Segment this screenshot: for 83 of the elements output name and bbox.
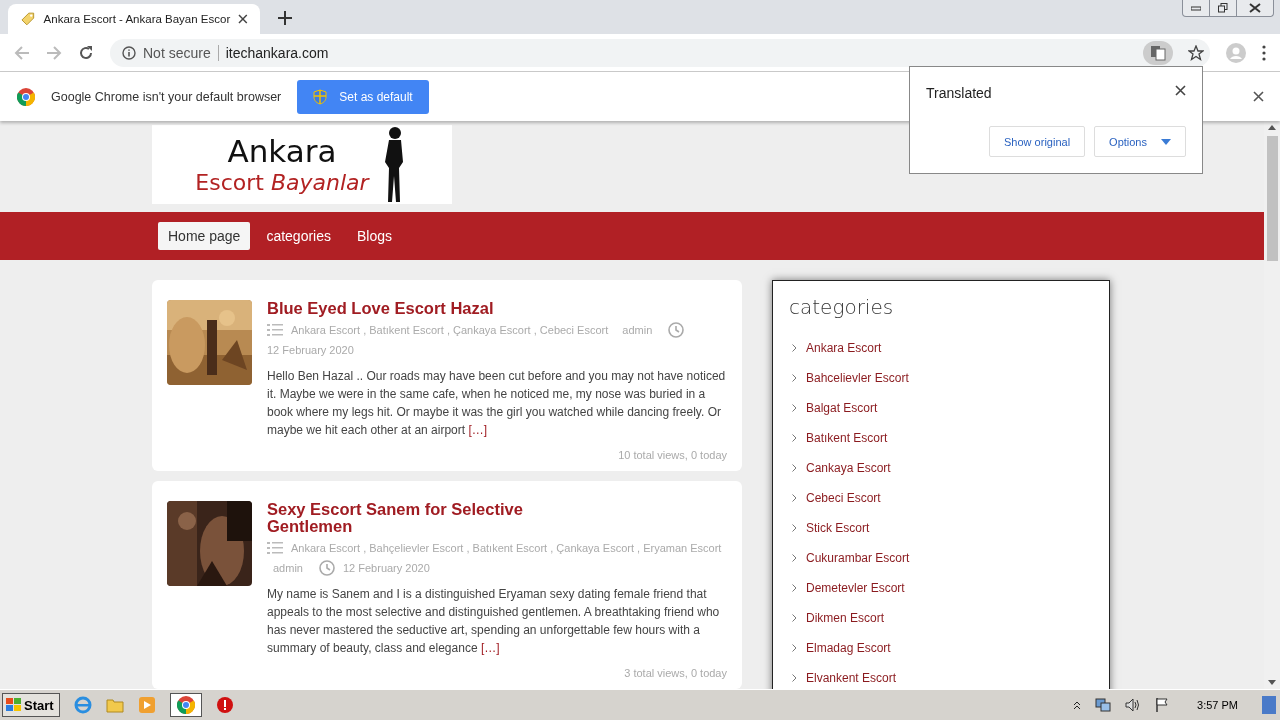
scroll-up-icon[interactable] [1268, 125, 1276, 130]
post-excerpt: My name is Sanem and I is a distinguished Eryaman sexy dating female friend that appeals to the most selective and distinguished gentlemen. A breathtaking friend who has never mastered the seductive art, spending an unforgettable few hours with a summary of beauty, class and elegance […] [267, 586, 721, 657]
close-icon [1249, 3, 1261, 13]
category-link[interactable]: Stick Escort [806, 521, 870, 535]
minimize-icon [1191, 5, 1201, 11]
browser-logo-icon [17, 87, 35, 106]
category-link[interactable]: Bahcelievler Escort [806, 371, 909, 385]
flag-icon[interactable] [1155, 697, 1170, 713]
category-link[interactable]: Dikmen Escort [806, 611, 885, 625]
read-more-link[interactable]: […] [480, 641, 500, 655]
read-more-link[interactable]: […] [468, 423, 488, 437]
popup-title: Translated [926, 85, 992, 101]
post-excerpt: Hello Ben Hazal .. Our roads may have been cut before and you may not have noticed it. Maybe we were in the same cafe, when he noticed me, my nose was buried in a book where my legs hit. Or maybe it was the girl you watched while dancing freely. Or maybe we hit each other at an airport […] [267, 368, 727, 439]
clock-icon [318, 560, 335, 576]
chevron-icon [792, 344, 797, 352]
nav-link[interactable]: Home page [158, 222, 251, 250]
chevron-icon [792, 554, 797, 562]
show-original-button[interactable]: Show original [989, 126, 1086, 157]
tab-title: Ankara Escort - Ankara Bayan Escor [43, 13, 231, 25]
view-count: 10 total views, 0 today [617, 449, 727, 461]
scroll-down-icon[interactable] [1268, 680, 1276, 685]
chrome-taskbar-button[interactable] [169, 693, 202, 717]
stop-icon[interactable] [215, 696, 234, 714]
category-link[interactable]: Cebeci Escort [806, 491, 881, 505]
category-link[interactable]: Balgat Escort [806, 401, 878, 415]
chevron-up-icon[interactable] [1073, 700, 1082, 710]
restore-icon [1218, 3, 1228, 13]
category-link[interactable]: Elvankent Escort [806, 671, 897, 685]
logo-title: Ankara [227, 132, 337, 169]
category-link[interactable]: Demetevler Escort [806, 581, 905, 595]
security-label: Not secure [143, 44, 211, 61]
start-button[interactable]: Start [2, 693, 60, 717]
network-icon[interactable] [1095, 697, 1112, 713]
post-date: 12 February 2020 [342, 561, 430, 576]
chevron-icon [792, 584, 797, 592]
clock-icon [668, 322, 685, 338]
chevron-icon [792, 434, 797, 442]
site-logo[interactable]: Ankara Escort Bayanlar [152, 125, 452, 204]
category-link[interactable]: Elmadag Escort [806, 641, 891, 655]
star-icon[interactable] [1188, 44, 1204, 61]
tag-icon [20, 11, 36, 27]
view-count: 3 total views, 0 today [623, 667, 727, 679]
chevron-icon [792, 404, 797, 412]
post-title-link[interactable]: Sexy Escort Sanem for Selective Gentlemen [267, 501, 557, 535]
clock-text: 3:57 PM [1197, 699, 1238, 711]
list-icon [267, 323, 283, 337]
set-default-button[interactable]: Set as default [297, 79, 429, 114]
infobar-message: Google Chrome isn't your default browser [51, 89, 282, 104]
list-icon [267, 541, 283, 555]
translate-icon[interactable] [1143, 40, 1173, 65]
url-text: itechankara.com [225, 44, 329, 61]
browser-tab[interactable]: Ankara Escort - Ankara Bayan Escor [8, 4, 260, 34]
chevron-icon [792, 614, 797, 622]
post-date: 12 February 2020 [267, 343, 354, 358]
category-link[interactable]: Batıkent Escort [806, 431, 888, 445]
category-link[interactable]: Ankara Escort [806, 341, 882, 355]
close-icon[interactable] [1175, 85, 1186, 96]
category-link[interactable]: Cankaya Escort [806, 461, 891, 475]
panel-title: categories [789, 295, 895, 319]
chevron-icon [792, 374, 797, 382]
chevron-icon [792, 524, 797, 532]
chevron-icon [792, 644, 797, 652]
options-button[interactable]: Options [1094, 126, 1186, 157]
speaker-icon[interactable] [1125, 697, 1142, 713]
nav-link[interactable]: Blogs [347, 222, 402, 250]
address-bar[interactable]: Not secure itechankara.com [110, 38, 1210, 67]
nav-link[interactable]: categories [256, 222, 341, 250]
reload-icon[interactable] [78, 44, 94, 61]
caret-icon [1161, 138, 1171, 145]
post-title-link[interactable]: Blue Eyed Love Escort Hazal [267, 300, 727, 317]
close-icon[interactable] [238, 14, 248, 24]
close-icon[interactable] [1253, 91, 1264, 102]
shield-icon [313, 88, 328, 105]
logo-subtitle: Escort Bayanlar [195, 168, 369, 197]
new-tab-icon[interactable] [278, 11, 292, 25]
info-icon [122, 45, 136, 60]
chevron-icon [792, 464, 797, 472]
windows-logo-icon [6, 698, 22, 712]
menu-icon[interactable] [1262, 44, 1266, 61]
scroll-thumb[interactable] [1266, 136, 1278, 261]
chevron-icon [792, 674, 797, 682]
chevron-icon [792, 494, 797, 502]
category-link[interactable]: Cukurambar Escort [806, 551, 910, 565]
